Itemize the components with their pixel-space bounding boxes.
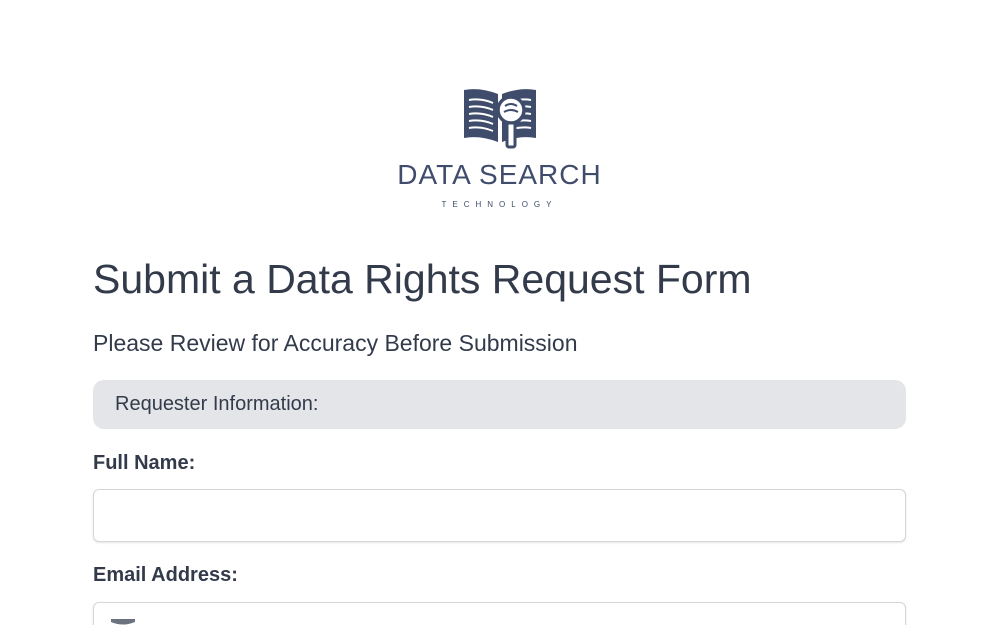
- section-header-requester-info: Requester Information:: [93, 380, 906, 429]
- page-subtitle: Please Review for Accuracy Before Submis…: [93, 330, 578, 356]
- email-address-label: Email Address:: [93, 564, 238, 586]
- full-name-input[interactable]: [93, 489, 906, 542]
- logo-tagline: TECHNOLOGY: [441, 200, 558, 209]
- book-magnifier-icon: [463, 89, 536, 149]
- company-logo: DATA SEARCH TECHNOLOGY: [0, 86, 999, 209]
- full-name-label: Full Name:: [93, 452, 196, 474]
- email-address-input[interactable]: [93, 602, 906, 625]
- page-title: Submit a Data Rights Request Form: [93, 256, 752, 302]
- section-header-label: Requester Information:: [115, 393, 319, 415]
- data-rights-request-page: DATA SEARCH TECHNOLOGY Submit a Data Rig…: [0, 0, 999, 625]
- logo-name: DATA SEARCH: [397, 159, 602, 190]
- envelope-icon: [111, 619, 135, 625]
